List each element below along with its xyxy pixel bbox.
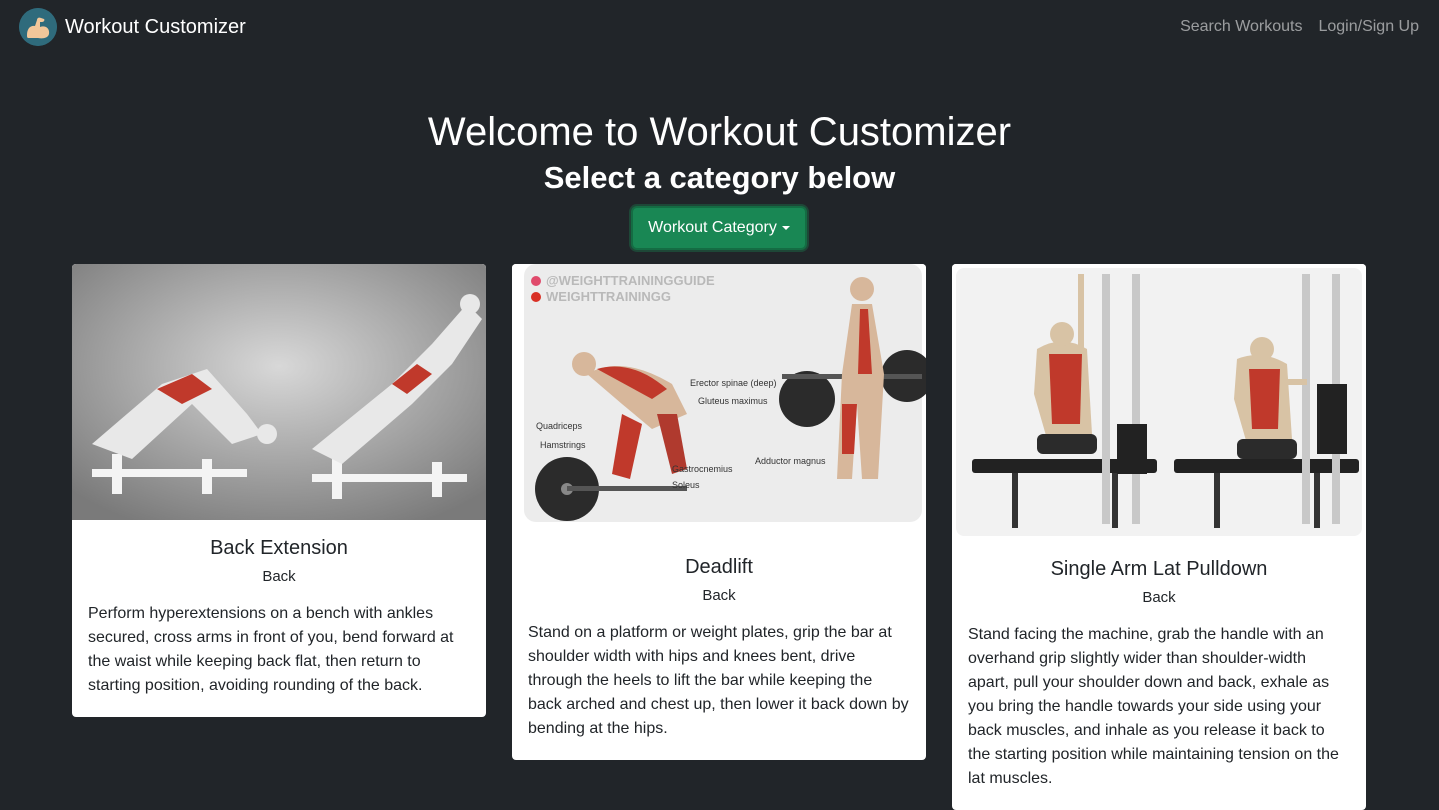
card-category: Back [702,587,736,604]
card-category: Back [262,568,296,585]
brand-link[interactable]: Workout Customizer [19,8,246,46]
card-category: Back [1142,589,1176,606]
card-description: Perform hyperextensions on a bench with … [88,605,454,694]
watermark-handle: @WEIGHTTRAININGGUIDE [546,273,715,288]
label-gluteus-maximus: Gluteus maximus [698,396,768,406]
label-hamstrings: Hamstrings [540,440,586,450]
exercise-card[interactable]: Single Arm Lat Pulldown Back Stand facin… [952,264,1366,810]
page-title: Welcome to Workout Customizer [427,110,1012,154]
single-arm-lat-pulldown-image [952,264,1366,541]
label-adductor-magnus: Adductor magnus [755,456,826,466]
deadlift-image: @WEIGHTTRAININGGUIDE WEIGHTTRAININGG Ere… [512,264,926,539]
navbar: Workout Customizer Search Workouts Login… [0,0,1439,54]
dropdown-label: Workout Category [648,219,777,236]
page-subtitle: Select a category below [543,160,896,195]
flexed-arm-logo-icon [19,8,57,46]
caret-down-icon [781,226,790,230]
nav-login-signup[interactable]: Login/Sign Up [1318,17,1419,37]
exercise-card[interactable]: @WEIGHTTRAININGGUIDE WEIGHTTRAININGG Ere… [512,264,926,760]
label-soleus: Soleus [672,480,700,490]
hero: Welcome to Workout Customizer Select a c… [0,106,1439,200]
nav-links: Search Workouts Login/Sign Up [1164,17,1419,37]
card-title: Back Extension [210,537,348,559]
label-gastrocnemius: Gastrocnemius [672,464,733,474]
label-quadriceps: Quadriceps [536,421,583,431]
brand-name: Workout Customizer [65,16,246,38]
back-extension-image [72,264,486,520]
watermark-site: WEIGHTTRAININGG [546,289,671,304]
card-title: Single Arm Lat Pulldown [1050,558,1268,580]
card-title: Deadlift [685,556,753,578]
card-description: Stand facing the machine, grab the handl… [968,626,1339,787]
nav-search-workouts[interactable]: Search Workouts [1180,17,1302,37]
label-erector-spinae: Erector spinae (deep) [690,378,777,388]
card-description: Stand on a platform or weight plates, gr… [528,624,909,737]
exercise-card[interactable]: Back Extension Back Perform hyperextensi… [72,264,486,717]
workout-category-dropdown[interactable]: Workout Category [631,206,807,250]
